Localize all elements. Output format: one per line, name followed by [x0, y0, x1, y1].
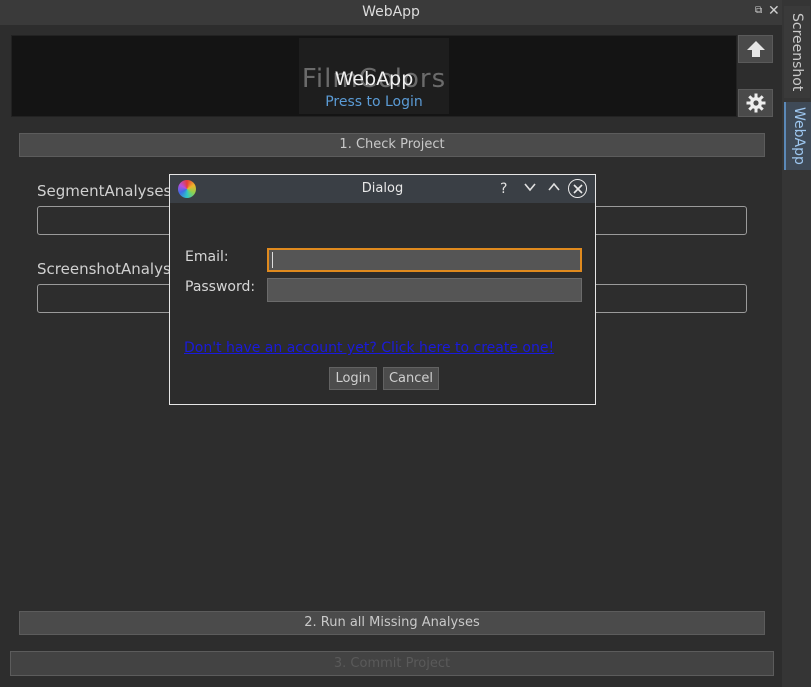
email-label: Email: [185, 249, 229, 265]
upload-button[interactable] [738, 35, 773, 63]
segment-analyses-label: SegmentAnalyses [37, 182, 172, 200]
tab-screenshot[interactable]: Screenshot [784, 6, 810, 98]
banner-title: WebApp [334, 68, 414, 90]
dialog-close-button[interactable] [568, 179, 587, 198]
password-label: Password: [185, 279, 256, 295]
run-missing-analyses-button[interactable]: 2. Run all Missing Analyses [19, 611, 765, 635]
login-banner[interactable]: FilmColors WebApp Press to Login [11, 35, 737, 117]
maximize-icon[interactable] [547, 180, 561, 199]
close-icon [572, 183, 583, 194]
float-window-icon[interactable]: ⧉ [755, 5, 766, 16]
gear-icon [746, 93, 765, 113]
settings-button[interactable] [738, 89, 773, 117]
dialog-body: Email: Password: Don't have an account y… [174, 203, 591, 400]
check-project-button[interactable]: 1. Check Project [19, 133, 765, 157]
create-account-link[interactable]: Don't have an account yet? Click here to… [184, 340, 554, 356]
window-titlebar: WebApp ⧉ ✕ [0, 0, 782, 25]
login-dialog: Dialog ? Email: Password: Don't have an … [169, 174, 596, 405]
screenshot-analyses-label: ScreenshotAnalys [37, 260, 171, 278]
minimize-icon[interactable] [523, 180, 537, 199]
dialog-titlebar: Dialog ? [170, 175, 595, 203]
help-icon[interactable]: ? [500, 180, 507, 198]
text-caret [272, 252, 273, 268]
chevron-down-icon [524, 183, 536, 192]
password-field[interactable] [267, 278, 582, 302]
tab-webapp[interactable]: WebApp [784, 102, 811, 170]
close-window-icon[interactable]: ✕ [768, 3, 781, 19]
chevron-up-icon [548, 182, 560, 191]
upload-arrow-icon [746, 41, 765, 57]
banner-panel: FilmColors WebApp Press to Login [299, 38, 449, 114]
commit-project-button[interactable]: 3. Commit Project [10, 651, 774, 676]
email-field[interactable] [267, 248, 582, 272]
banner-subtitle[interactable]: Press to Login [299, 94, 449, 110]
cancel-button[interactable]: Cancel [383, 367, 439, 390]
login-button[interactable]: Login [329, 367, 377, 390]
window-title: WebApp [362, 4, 420, 20]
